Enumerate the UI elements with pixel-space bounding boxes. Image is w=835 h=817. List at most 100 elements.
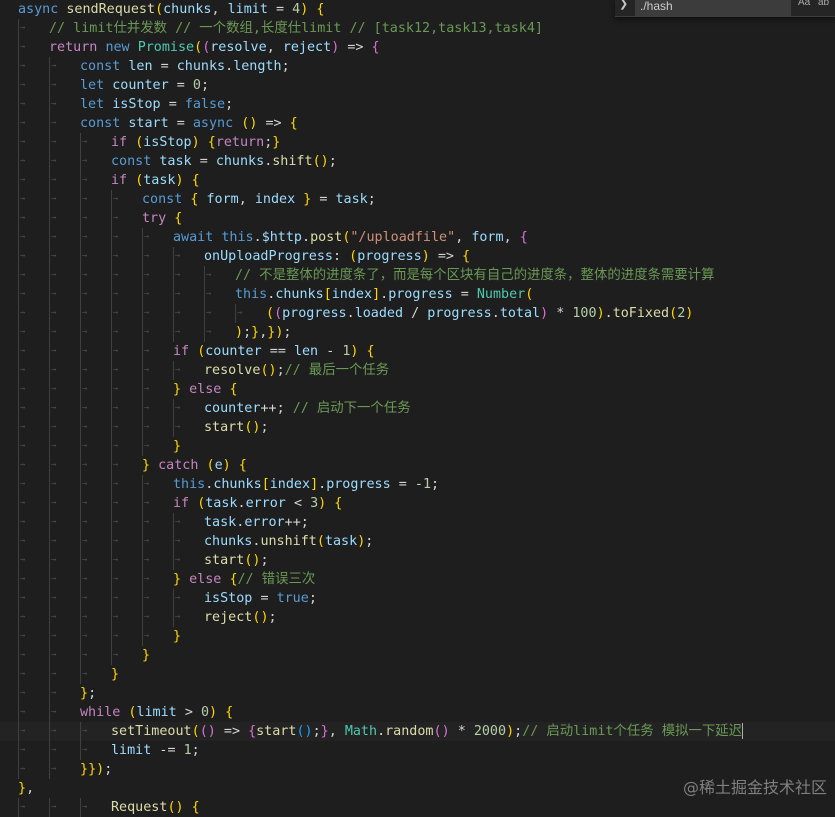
code-text: limit -= 1; (111, 743, 200, 758)
whitespace-arrow-icon: → (113, 327, 119, 337)
whitespace-arrow-icon: → (82, 555, 88, 565)
code-line[interactable]: → → → → → → counter++; // 启动下一个任务 (0, 399, 835, 418)
code-line[interactable]: → → let counter = 0; (0, 76, 835, 95)
whitespace-arrow-icon: → (113, 498, 119, 508)
code-line[interactable]: → → → → → → → → ((progress.loaded / progress.tot… (0, 304, 835, 323)
whitespace-arrow-icon: → (82, 156, 88, 166)
whitespace-arrow-icon: → (82, 308, 88, 318)
indent-guide (49, 95, 50, 114)
indent-guide (80, 418, 81, 437)
indent-guide (49, 380, 50, 399)
code-line[interactable]: → → → → → → resolve();// 最后一个任务 (0, 361, 835, 380)
code-line[interactable]: → → → Request() { (0, 798, 835, 817)
whitespace-arrow-icon: → (20, 669, 26, 679)
indent-guide (18, 76, 19, 95)
indent-guide (80, 494, 81, 513)
code-line[interactable]: → → → → → if (counter == len - 1) { (0, 342, 835, 361)
code-line[interactable]: → → const len = chunks.length; (0, 57, 835, 76)
code-line[interactable]: → → → → → this.chunks[index].progress = -1; (0, 475, 835, 494)
indent-guide (49, 456, 50, 475)
indent-guide (80, 266, 81, 285)
indent-guide (80, 589, 81, 608)
code-line[interactable]: → → → → → → reject(); (0, 608, 835, 627)
whitespace-arrow-icon: → (20, 118, 26, 128)
code-line[interactable]: → → → → → → start(); (0, 551, 835, 570)
whitespace-arrow-icon: → (175, 555, 181, 565)
whitespace-arrow-icon: → (51, 175, 57, 185)
whitespace-arrow-icon: → (82, 574, 88, 584)
code-line[interactable]: → → → → → → → this.chunks[index].progress = Num… (0, 285, 835, 304)
indent-guide (49, 361, 50, 380)
whitespace-arrow-icon: → (82, 650, 88, 660)
code-line[interactable]: → → let isStop = false; (0, 95, 835, 114)
indent-guide (80, 513, 81, 532)
code-line[interactable]: → → → → → → →);},}); (0, 323, 835, 342)
indent-guide (204, 323, 205, 342)
indent-guide (18, 323, 19, 342)
code-line[interactable]: → → → if (isStop) {return;} (0, 133, 835, 152)
code-line[interactable]: → → → → →} (0, 627, 835, 646)
code-line[interactable]: → → → if (task) { (0, 171, 835, 190)
indent-guide (80, 133, 81, 152)
code-line[interactable]: → → → → → → → // 不是整体的进度条了，而是每个区块有自己的进度条，整体的进度条… (0, 266, 835, 285)
match-case-option[interactable]: Aa (798, 0, 810, 8)
indent-guide (49, 247, 50, 266)
code-text: }; (80, 686, 97, 701)
whitespace-arrow-icon: → (51, 403, 57, 413)
indent-guide (142, 627, 143, 646)
whitespace-arrow-icon: → (51, 745, 57, 755)
indent-guide (18, 665, 19, 684)
code-line[interactable]: → → → → → → task.error++; (0, 513, 835, 532)
indent-guide (49, 551, 50, 570)
code-line[interactable]: → → → setTimeout(() => {start();}, Math.ran… (0, 722, 835, 741)
whitespace-arrow-icon: → (82, 289, 88, 299)
whitespace-arrow-icon: → (20, 327, 26, 337)
code-line[interactable]: → → → →} catch (e) { (0, 456, 835, 475)
indent-guide (142, 570, 143, 589)
code-line[interactable]: → → → limit -= 1; (0, 741, 835, 760)
code-line[interactable]: → → → → → → start(); (0, 418, 835, 437)
whitespace-arrow-icon: → (20, 175, 26, 185)
code-line[interactable]: → → → →} (0, 646, 835, 665)
code-line[interactable]: → → → → const { form, index } = task; (0, 190, 835, 209)
indent-guide (111, 646, 112, 665)
code-line[interactable]: → → → const task = chunks.shift(); (0, 152, 835, 171)
indent-guide (173, 361, 174, 380)
code-line[interactable]: → → → → → if (task.error < 3) { (0, 494, 835, 513)
code-line[interactable]: → → → → → → isStop = true; (0, 589, 835, 608)
whitespace-arrow-icon: → (82, 517, 88, 527)
whitespace-arrow-icon: → (51, 61, 57, 71)
indent-guide (173, 608, 174, 627)
code-line[interactable]: → →}; (0, 684, 835, 703)
code-line[interactable]: → → → → → await this.$http.post("/uploadfile"… (0, 228, 835, 247)
code-text: const { form, index } = task; (142, 192, 376, 207)
whitespace-arrow-icon: → (175, 327, 181, 337)
indent-guide (49, 342, 50, 361)
whitespace-arrow-icon: → (144, 555, 150, 565)
code-line[interactable]: → → → → → → chunks.unshift(task); (0, 532, 835, 551)
code-line[interactable]: → → const start = async () => { (0, 114, 835, 133)
find-input[interactable]: ./hash (635, 0, 791, 16)
code-line[interactable]: → → while (limit > 0) { (0, 703, 835, 722)
code-line[interactable]: → → → → →} else {// 错误三次 (0, 570, 835, 589)
whitespace-arrow-icon: → (144, 479, 150, 489)
whitespace-arrow-icon: → (51, 498, 57, 508)
code-line[interactable]: → → → → →} else { (0, 380, 835, 399)
whitespace-arrow-icon: → (20, 80, 26, 90)
indent-guide (80, 247, 81, 266)
code-line[interactable]: → → →} (0, 665, 835, 684)
whole-word-option[interactable]: ab (818, 0, 829, 8)
whitespace-arrow-icon: → (144, 498, 150, 508)
code-line[interactable]: → return new Promise((resolve, reject) =>… (0, 38, 835, 57)
code-line[interactable]: → → → → try { (0, 209, 835, 228)
indent-guide (18, 38, 19, 57)
indent-guide (173, 532, 174, 551)
whitespace-arrow-icon: → (20, 764, 26, 774)
code-line[interactable]: → // limit仕并发数 // 一个数组,长度仕limit // [task1… (0, 19, 835, 38)
indent-guide (49, 228, 50, 247)
chevron-right-icon[interactable]: ❯ (619, 0, 633, 13)
indent-guide (173, 551, 174, 570)
code-line[interactable]: → → → → →} (0, 437, 835, 456)
code-line[interactable]: → → → → → → onUploadProgress: (progress) => { (0, 247, 835, 266)
code-editor[interactable]: async sendRequest(chunks, limit = 4) {→ /… (0, 0, 835, 817)
